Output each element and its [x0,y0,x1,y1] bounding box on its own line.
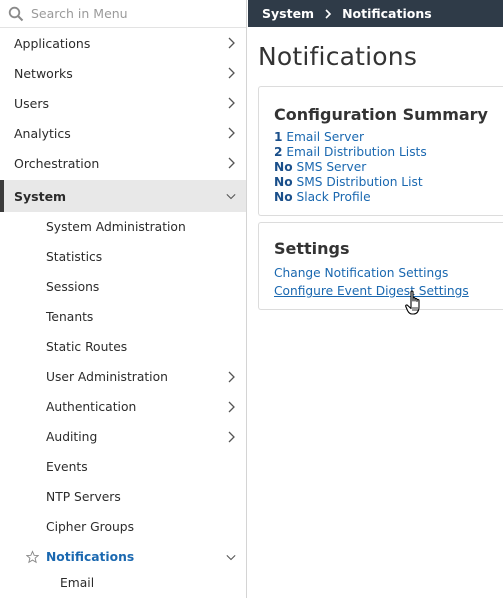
sidebar-item-networks[interactable]: Networks [0,58,246,88]
sidebar-item-label: Analytics [14,125,71,141]
change-notification-settings-link[interactable]: Change Notification Settings [274,264,503,282]
sidebar-subitem-label: System Administration [46,220,186,234]
hand-cursor-icon [405,290,420,315]
sidebar-subitem-static-routes[interactable]: Static Routes [0,332,246,362]
sidebar-item-orchestration[interactable]: Orchestration [0,148,246,178]
chevron-down-icon [226,193,236,200]
chevron-down-icon [226,554,236,561]
summary-label: Slack Profile [296,190,371,204]
summary-label: Email Server [286,130,365,144]
sidebar-subitem-label: Sessions [46,280,100,294]
sidebar-subitem-sessions[interactable]: Sessions [0,272,246,302]
summary-row-email-distribution-lists[interactable]: 2 Email Distribution Lists [274,145,503,160]
summary-label: SMS Distribution List [296,175,423,189]
sidebar-subitem-statistics[interactable]: Statistics [0,242,246,272]
sidebar-subitem-label: Tenants [46,310,94,324]
sidebar-item-label: Networks [14,65,73,81]
sidebar-subitem-label: NTP Servers [46,490,121,504]
star-icon[interactable] [26,550,39,564]
summary-label: SMS Server [296,160,367,174]
chevron-right-icon [228,371,235,383]
sidebar-item-applications[interactable]: Applications [0,28,246,58]
chevron-right-icon [325,8,332,19]
breadcrumb-root[interactable]: System [262,6,314,21]
sidebar-item-label: Users [14,95,50,111]
chevron-right-icon [228,431,235,443]
summary-row-sms-server[interactable]: No SMS Server [274,160,503,175]
configure-event-digest-settings-link[interactable]: Configure Event Digest Settings [274,282,503,300]
chevron-right-icon [228,37,235,49]
sidebar-subitem-authentication[interactable]: Authentication [0,392,246,422]
breadcrumb: System Notifications [248,0,503,27]
sidebar-subitem-label: Statistics [46,250,103,264]
menu-search[interactable] [0,0,246,28]
sidebar-subitem-label: Email [60,576,95,590]
sidebar-item-users[interactable]: Users [0,88,246,118]
sidebar-subitem-system-administration[interactable]: System Administration [0,212,246,242]
search-icon [8,6,24,21]
sidebar-subitem-events[interactable]: Events [0,452,246,482]
sidebar-subitem-label: Authentication [46,400,137,414]
card-title: Configuration Summary [274,105,488,124]
sidebar-subitem-label: Static Routes [46,340,128,354]
sidebar-subitem-label: Auditing [46,430,98,444]
settings-card: Settings Change Notification Settings Co… [258,222,503,310]
sidebar-subitem-ntp-servers[interactable]: NTP Servers [0,482,246,512]
sidebar-item-label: Orchestration [14,155,100,171]
summary-count: 1 [274,130,283,144]
sidebar-subitem-tenants[interactable]: Tenants [0,302,246,332]
sidebar-subitem-label: User Administration [46,370,168,384]
summary-label: Email Distribution Lists [286,145,427,159]
sidebar-subitem-label: Events [46,460,88,474]
sidebar-item-system[interactable]: System [0,180,246,212]
card-title: Settings [274,239,350,258]
page-title: Notifications [258,42,418,71]
sidebar-menu: Applications Networks Users Analytics Or… [0,0,247,598]
configuration-summary-card: Configuration Summary 1 Email Server 2 E… [258,86,503,216]
chevron-right-icon [228,157,235,169]
summary-count: No [274,160,293,174]
sidebar-subitem-notifications[interactable]: Notifications [0,542,246,572]
summary-row-sms-distribution-list[interactable]: No SMS Distribution List [274,175,503,190]
chevron-right-icon [228,67,235,79]
sidebar-subitem-user-administration[interactable]: User Administration [0,362,246,392]
sidebar-subitem-label: Notifications [46,550,135,564]
breadcrumb-current: Notifications [342,6,432,21]
sidebar-subitem-label: Cipher Groups [46,520,134,534]
sidebar-item-label: Applications [14,35,91,51]
summary-count: 2 [274,145,283,159]
chevron-right-icon [228,127,235,139]
sidebar-item-analytics[interactable]: Analytics [0,118,246,148]
sidebar-subitem-email[interactable]: Email [0,572,246,594]
chevron-right-icon [228,97,235,109]
summary-count: No [274,190,293,204]
chevron-right-icon [228,401,235,413]
sidebar-item-label: System [14,188,67,204]
summary-row-email-server[interactable]: 1 Email Server [274,130,503,145]
sidebar-subitem-auditing[interactable]: Auditing [0,422,246,452]
sidebar-subitem-cipher-groups[interactable]: Cipher Groups [0,512,246,542]
summary-count: No [274,175,293,189]
summary-row-slack-profile[interactable]: No Slack Profile [274,190,503,205]
search-input[interactable] [31,6,231,21]
